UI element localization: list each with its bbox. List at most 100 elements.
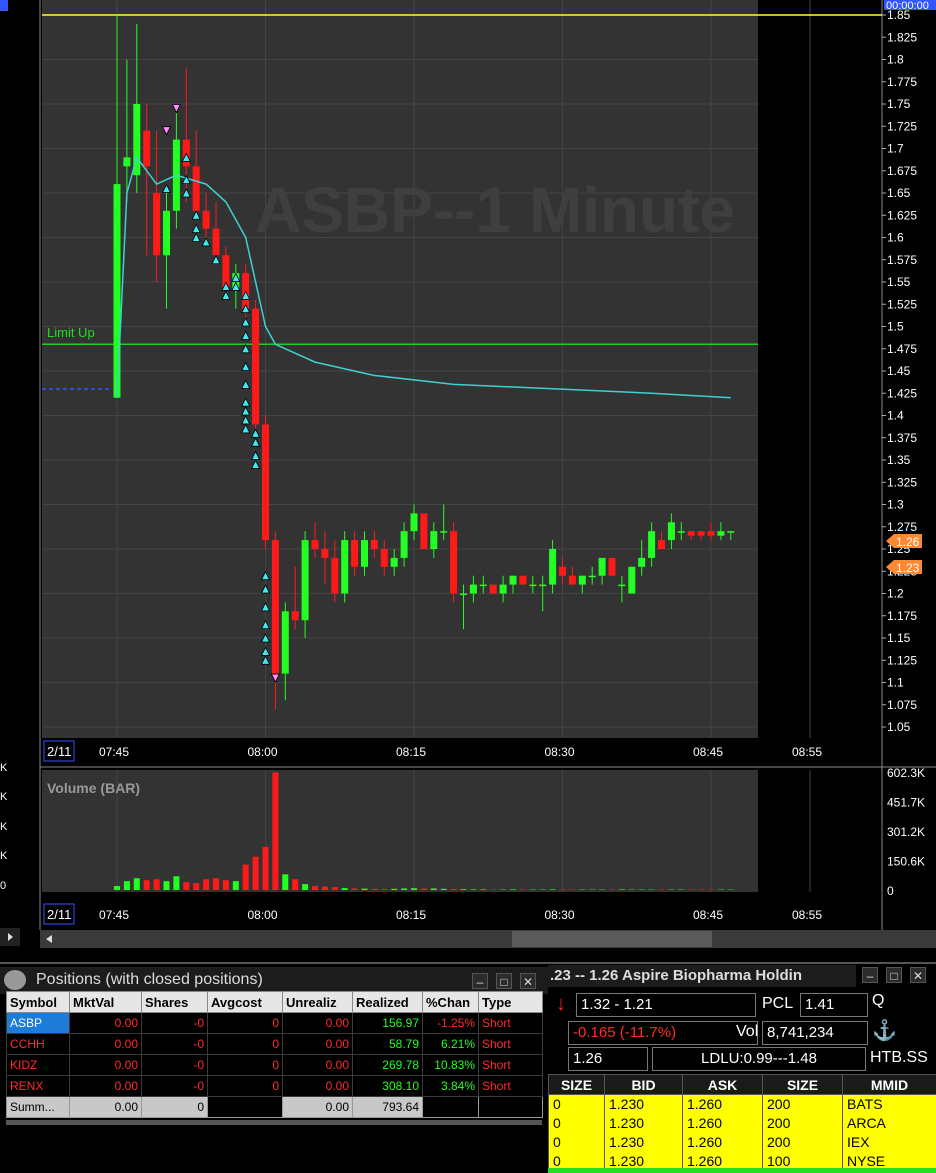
l2-maximize-button[interactable]: □	[886, 967, 902, 983]
positions-cell: -0	[141, 1012, 208, 1034]
time-tick-label: 07:45	[99, 908, 129, 922]
candle-body	[578, 575, 586, 585]
positions-scrollbar[interactable]	[6, 1120, 542, 1125]
ldlu-field: LDLU:0.99---1.48	[652, 1047, 866, 1071]
close-button[interactable]: ✕	[520, 973, 536, 989]
l2-close-button[interactable]: ✕	[910, 967, 926, 983]
price-tick-label: 1.275	[887, 520, 917, 534]
book-header-cell[interactable]: SIZE	[548, 1074, 605, 1095]
volume-bar	[213, 878, 219, 890]
volume-bar	[153, 879, 160, 890]
pcl-label: PCL	[762, 995, 794, 1012]
candle-body	[509, 575, 517, 585]
candle-body	[301, 540, 309, 621]
book-row[interactable]: 0 1.230 1.260 200 ARCA	[548, 1113, 936, 1133]
positions-header-cell[interactable]: %Chan	[422, 991, 479, 1013]
l2-minimize-button[interactable]: –	[862, 967, 878, 983]
positions-header-cell[interactable]: Unrealiz	[282, 991, 353, 1013]
scrollbar-thumb[interactable]	[512, 931, 712, 947]
book-row[interactable]: 0 1.230 1.260 200 IEX	[548, 1132, 936, 1152]
date-label-volume: 2/11	[47, 907, 71, 922]
bid-price-tag-label: 1.26	[896, 535, 920, 549]
candle-body	[321, 549, 329, 558]
book-header-cell[interactable]: SIZE	[762, 1074, 843, 1095]
day-range-field: 1.32 - 1.21	[576, 993, 756, 1017]
price-tick-label: 1.775	[887, 75, 917, 89]
positions-row[interactable]: RENX 0.00 -0 0 0.00 308.10 3.84% Short	[6, 1075, 543, 1097]
positions-row[interactable]: KIDZ 0.00 -0 0 0.00 269.78 10.83% Short	[6, 1054, 543, 1076]
positions-cell: 0.00	[69, 1075, 142, 1097]
time-tick-label: 08:55	[792, 745, 822, 759]
price-tick-label: 1.8	[887, 53, 904, 67]
volume-bar	[143, 880, 150, 890]
volume-bar	[114, 886, 120, 890]
volume-bar	[292, 879, 299, 890]
book-cell: 1.230	[604, 1113, 683, 1133]
positions-header-cell[interactable]: Symbol	[6, 991, 70, 1013]
price-tick-label: 1.4	[887, 409, 904, 423]
candle-body	[291, 611, 299, 621]
volume-bar	[460, 889, 467, 890]
candle-body	[598, 557, 606, 576]
candle-body	[370, 540, 378, 549]
book-header-cell[interactable]: ASK	[682, 1074, 763, 1095]
positions-cell: 0.00	[282, 1033, 353, 1055]
price-tick-label: 1.5	[887, 320, 904, 334]
price-tick-label: 1.175	[887, 609, 917, 623]
time-tick-label: 08:45	[693, 908, 723, 922]
volume-bar	[411, 888, 417, 890]
volume-bar	[242, 864, 249, 890]
volume-bar	[470, 889, 477, 890]
left-edge-label: 0	[0, 880, 6, 892]
positions-cell: Short	[478, 1012, 543, 1034]
positions-row[interactable]: CCHH 0.00 -0 0 0.00 58.79 6.21% Short	[6, 1033, 543, 1055]
positions-header-cell[interactable]: Type	[478, 991, 543, 1013]
positions-cell: 0	[207, 1012, 283, 1034]
book-cell: 1.260	[682, 1094, 763, 1114]
time-tick-label: 07:45	[99, 745, 129, 759]
positions-header-cell[interactable]: Realized	[352, 991, 423, 1013]
price-tick-label: 1.125	[887, 653, 917, 667]
q-label: Q	[872, 992, 885, 1009]
anchor-icon[interactable]: ⚓	[872, 1018, 897, 1043]
positions-cell: 308.10	[352, 1075, 423, 1097]
positions-titlebar[interactable]: Positions (with closed positions)	[0, 967, 548, 994]
minimize-button[interactable]: –	[472, 973, 488, 989]
positions-cell: 10.83%	[422, 1054, 479, 1076]
candle-body	[390, 557, 398, 567]
htb-label: HTB.SS	[870, 1049, 928, 1066]
positions-row[interactable]: ASBP 0.00 -0 0 0.00 156.97 -1.25% Short	[6, 1012, 543, 1034]
candle-body	[440, 531, 448, 533]
positions-cell: 0	[207, 1054, 283, 1076]
book-header-cell[interactable]: BID	[604, 1074, 683, 1095]
book-header-cell[interactable]: MMID	[842, 1074, 936, 1095]
volume-bar	[133, 878, 140, 890]
volume-bar	[420, 888, 427, 890]
positions-cell: -1.25%	[422, 1012, 479, 1034]
level2-titlebar[interactable]: .23 -- 1.26 Aspire Biopharma Holdin	[548, 965, 856, 987]
volume-bar	[480, 889, 487, 890]
candle-body	[410, 513, 418, 532]
positions-header-cell[interactable]: Shares	[141, 991, 208, 1013]
price-tick-label: 1.65	[887, 186, 911, 200]
volume-bar	[331, 887, 338, 890]
book-cell: IEX	[842, 1132, 936, 1152]
positions-header-cell[interactable]: Avgcost	[207, 991, 283, 1013]
candle-body	[677, 531, 685, 533]
book-cell: 200	[762, 1113, 843, 1133]
date-label: 2/11	[47, 744, 71, 759]
positions-cell: -0	[141, 1054, 208, 1076]
candle-body	[430, 531, 438, 549]
horizontal-scrollbar[interactable]	[40, 930, 936, 948]
positions-summary-row: Summ... 0.00 0 0.00 793.64	[6, 1096, 543, 1118]
book-row[interactable]: 0 1.230 1.260 200 BATS	[548, 1094, 936, 1114]
price-chart[interactable]: ASBP--1 Minute Limit Up 1.851.8251.81.77…	[0, 0, 936, 962]
timestamp-label: 00:00:00	[886, 0, 929, 12]
price-tick-label: 1.625	[887, 208, 917, 222]
time-tick-label: 08:30	[545, 745, 575, 759]
positions-cell: 269.78	[352, 1054, 423, 1076]
positions-header-cell[interactable]: MktVal	[69, 991, 142, 1013]
maximize-button[interactable]: □	[496, 973, 512, 989]
candle-body	[311, 540, 319, 549]
price-tick-label: 1.55	[887, 275, 911, 289]
